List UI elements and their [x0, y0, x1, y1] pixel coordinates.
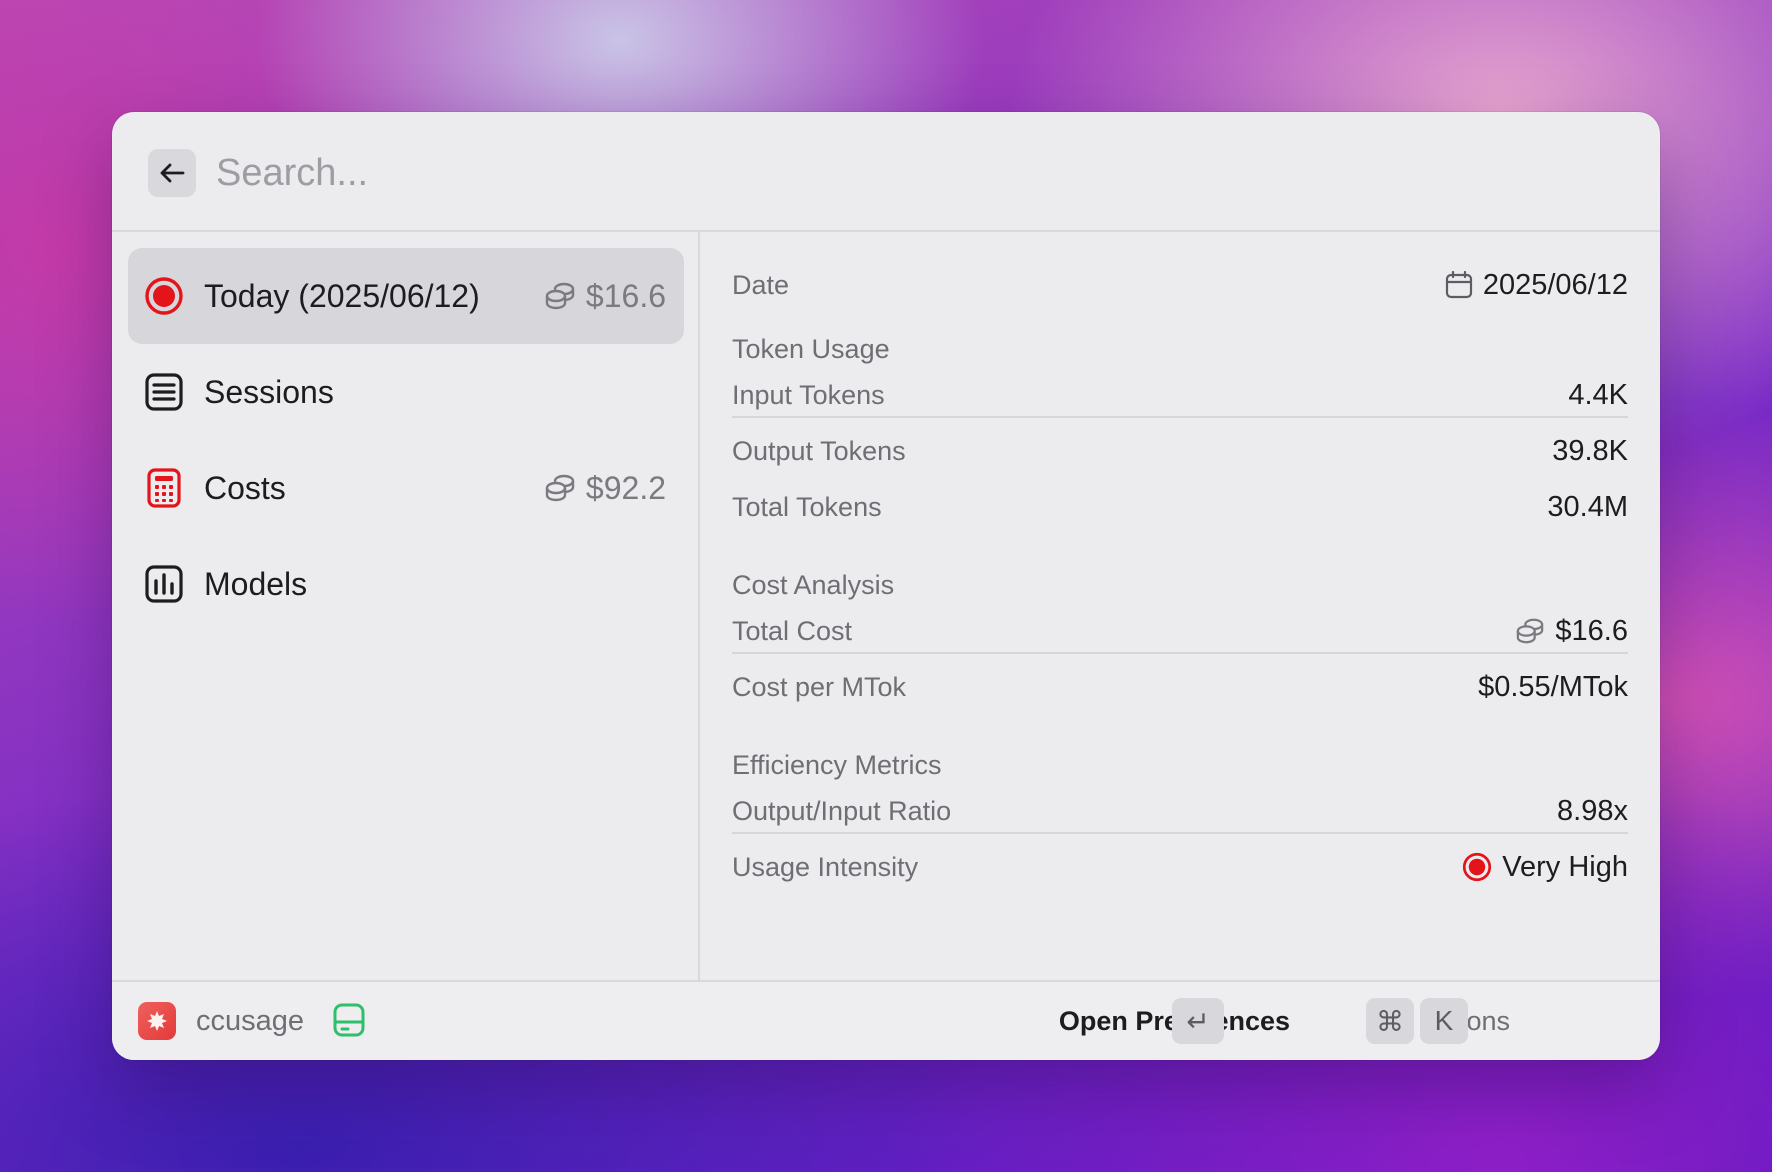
extension-app-icon	[138, 1002, 176, 1040]
detail-row-ratio: Output/Input Ratio 8.98x	[732, 786, 1628, 836]
list-item-accessory: $16.6	[544, 274, 666, 318]
date-value: 2025/06/12	[1482, 268, 1628, 301]
hard-drive-icon	[333, 1003, 365, 1037]
k-key-label: K	[1434, 1005, 1454, 1036]
coins-icon	[545, 282, 575, 310]
cost-accessory-text: $92.2	[585, 469, 666, 506]
action-bar: ccusage Open Preferences ↵ Actions ⌘ K	[112, 980, 1660, 1060]
detail-key: Total Tokens	[732, 491, 882, 522]
total-cost-value: $16.6	[1555, 614, 1628, 647]
cmd-key-hint: ⌘	[1366, 998, 1414, 1044]
list-item-costs[interactable]: Costs $92.2	[128, 440, 684, 536]
record-icon	[145, 277, 183, 315]
detail-row-total-cost: Total Cost $16.6	[732, 606, 1628, 656]
k-key-hint: K	[1420, 998, 1468, 1044]
list-item-accessory: $92.2	[544, 466, 666, 510]
coins-icon	[545, 474, 575, 502]
list-item-sessions[interactable]: Sessions	[128, 344, 684, 440]
detail-value: 30.4M	[1547, 490, 1628, 523]
detail-value: Very High	[1462, 851, 1628, 884]
section-title-cost-analysis: Cost Analysis	[732, 570, 895, 600]
section-title-token-usage: Token Usage	[732, 334, 890, 364]
detail-key: Usage Intensity	[732, 851, 919, 882]
detail-value: 2025/06/12	[1445, 269, 1628, 302]
detail-key: Cost per MTok	[732, 671, 907, 702]
detail-key: Output Tokens	[732, 435, 906, 466]
list-item-label: Today (2025/06/12)	[204, 278, 480, 314]
detail-key: Date	[732, 269, 790, 300]
enter-key-label: ↵	[1186, 1005, 1210, 1037]
detail-row-date: Date 2025/06/12	[732, 260, 1628, 310]
search-input[interactable]	[216, 142, 1616, 204]
list-item-today[interactable]: Today (2025/06/12) $16.6	[128, 248, 684, 344]
ccusage-logo-icon	[147, 1011, 167, 1031]
detail-row-usage-intensity: Usage Intensity Very High	[732, 842, 1628, 892]
detail-value: $0.55/MTok	[1478, 670, 1628, 703]
calculator-icon	[147, 468, 181, 508]
bar-chart-icon	[145, 565, 183, 603]
section-title-efficiency: Efficiency Metrics	[732, 750, 942, 780]
detail-row-cost-per-mtok: Cost per MTok $0.55/MTok	[732, 662, 1628, 712]
detail-row-output-tokens: Output Tokens 39.8K	[732, 426, 1628, 476]
detail-value: 8.98x	[1557, 794, 1628, 827]
detail-row-total-tokens: Total Tokens 30.4M	[732, 482, 1628, 532]
record-icon	[1463, 852, 1492, 882]
back-button[interactable]	[148, 149, 196, 197]
list-item-models[interactable]: Models	[128, 536, 684, 632]
list-item-label: Sessions	[204, 374, 334, 410]
raycast-window: Today (2025/06/12) $16.6 Sessions	[112, 112, 1660, 1060]
extension-name: ccusage	[196, 1005, 305, 1037]
detail-key: Total Cost	[732, 615, 853, 646]
calendar-icon	[1445, 271, 1472, 299]
arrow-left-icon	[160, 163, 185, 183]
command-list: Today (2025/06/12) $16.6 Sessions Costs …	[112, 232, 700, 980]
detail-key: Output/Input Ratio	[732, 795, 952, 826]
list-item-label: Models	[204, 566, 308, 602]
detail-value: 39.8K	[1552, 434, 1628, 467]
coins-icon	[1517, 618, 1544, 644]
detail-key: Input Tokens	[732, 379, 885, 410]
detail-value: $16.6	[1515, 615, 1628, 648]
search-bar	[112, 112, 1660, 232]
cost-accessory-text: $16.6	[585, 277, 666, 314]
enter-key-hint: ↵	[1172, 998, 1224, 1044]
list-item-label: Costs	[204, 470, 286, 506]
detail-value: 4.4K	[1568, 378, 1628, 411]
intensity-value: Very High	[1502, 850, 1628, 883]
detail-panel: Date 2025/06/12 Token Usage Input Tokens…	[702, 232, 1660, 980]
detail-row-input-tokens: Input Tokens 4.4K	[732, 370, 1628, 420]
cmd-key-label: ⌘	[1376, 1005, 1404, 1037]
list-icon	[145, 373, 183, 411]
